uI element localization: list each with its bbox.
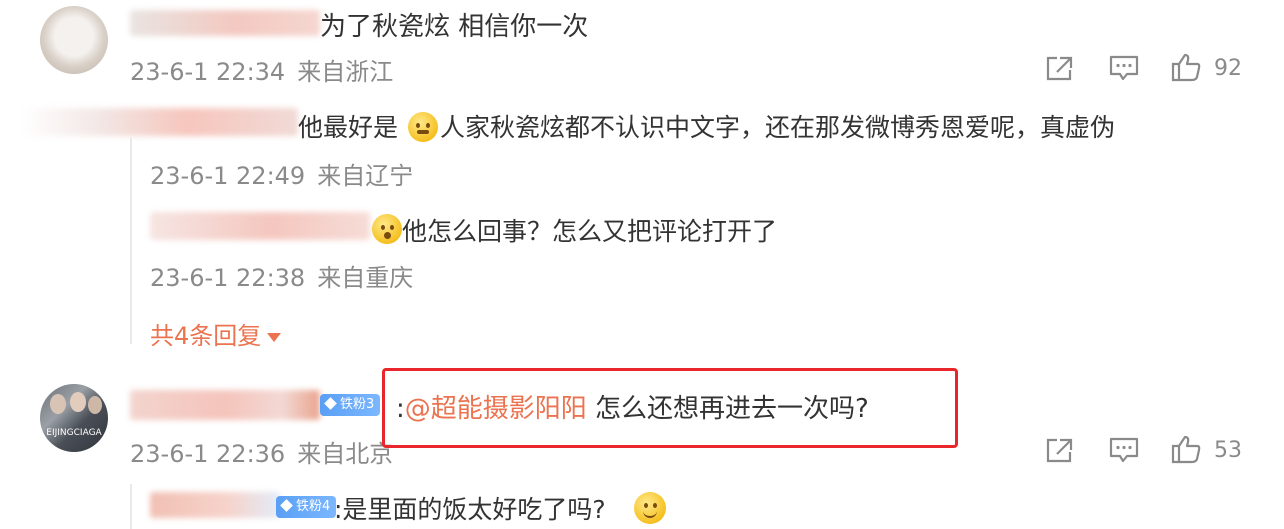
- username-redacted[interactable]: [150, 212, 370, 240]
- comment-icon[interactable]: [1108, 54, 1140, 82]
- reply-date: 23-6-1 22:38: [150, 264, 306, 292]
- emoji-icon: [634, 492, 666, 524]
- fan-badge: 铁粉3: [320, 394, 381, 416]
- emoji-icon: [407, 112, 438, 142]
- fan-badge: 铁粉4: [276, 496, 337, 518]
- reply-text: 他最好是 人家秋瓷炫都不认识中文字，还在那发微博秀恩爱呢，真虚伪: [298, 108, 1115, 144]
- comment-icon[interactable]: [1108, 436, 1140, 464]
- comment-meta: 23-6-1 22:34 来自浙江: [130, 52, 393, 87]
- reply-location: 来自辽宁: [317, 162, 414, 190]
- share-icon[interactable]: [1044, 54, 1076, 82]
- comment-location: 来自北京: [297, 440, 394, 468]
- reply-meta: 23-6-1 22:49 来自辽宁: [150, 156, 413, 191]
- like-count: 53: [1214, 438, 1242, 463]
- username-redacted[interactable]: [130, 390, 320, 420]
- username-redacted[interactable]: [20, 108, 298, 136]
- reply-divider: [130, 484, 132, 529]
- reply-date: 23-6-1 22:49: [150, 162, 306, 190]
- username-redacted[interactable]: [150, 492, 280, 518]
- thumbs-up-icon[interactable]: [1170, 434, 1202, 464]
- caret-down-icon: [267, 332, 282, 342]
- emoji-icon: [372, 214, 402, 244]
- reply-body: 人家秋瓷炫都不认识中文字，还在那发微博秀恩爱呢，真虚伪: [439, 113, 1115, 142]
- avatar[interactable]: EIJINGCIAGA: [40, 384, 108, 452]
- comment-location: 来自浙江: [297, 58, 394, 86]
- reply-prefix: 他最好是: [298, 113, 399, 142]
- reply-meta: 23-6-1 22:38 来自重庆: [150, 258, 413, 293]
- comment-text: 为了秋瓷炫 相信你一次: [320, 12, 589, 42]
- reply-location: 来自重庆: [317, 264, 414, 292]
- reply-text: 他怎么回事？怎么又把评论打开了: [402, 217, 778, 246]
- comment-date: 23-6-1 22:36: [130, 440, 286, 468]
- avatar[interactable]: [40, 6, 108, 74]
- thumbs-up-icon[interactable]: [1170, 52, 1202, 82]
- highlight-box: [382, 368, 958, 448]
- more-replies-label: 共4条回复: [150, 322, 262, 350]
- comment-meta: 23-6-1 22:36 来自北京: [130, 434, 393, 469]
- like-count: 92: [1214, 56, 1242, 81]
- comment-date: 23-6-1 22:34: [130, 58, 286, 86]
- username-redacted[interactable]: [130, 10, 320, 36]
- reply-divider: [130, 138, 132, 344]
- share-icon[interactable]: [1044, 436, 1076, 464]
- more-replies-link[interactable]: 共4条回复: [150, 316, 282, 351]
- reply-text: :是里面的饭太好吃了吗?: [334, 495, 606, 524]
